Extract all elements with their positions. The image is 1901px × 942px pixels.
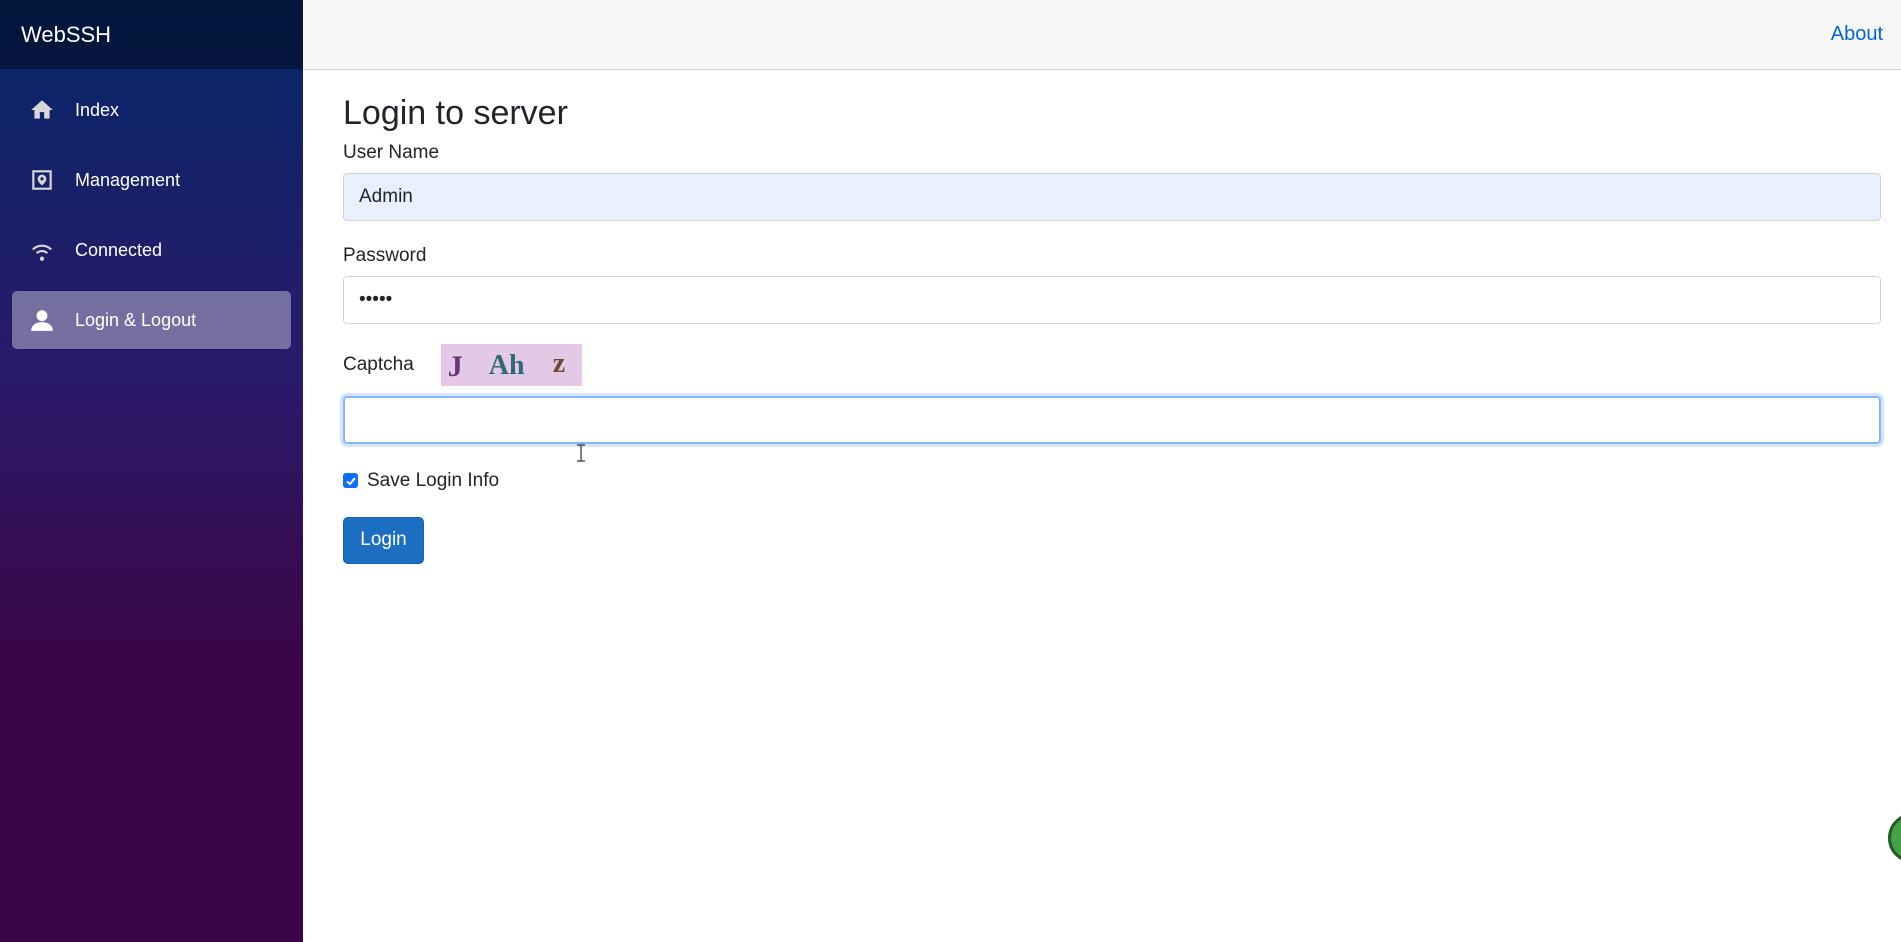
save-login-checkbox[interactable] <box>343 473 358 489</box>
person-icon <box>29 307 55 333</box>
text-cursor-icon <box>577 444 585 462</box>
captcha-char: J <box>447 349 463 383</box>
save-login-row: Save Login Info <box>343 470 1881 492</box>
username-group: User Name Admin <box>343 142 1881 221</box>
login-button[interactable]: Login <box>343 516 424 564</box>
top-bar: About <box>303 0 1901 70</box>
sidebar-item-connected[interactable]: Connected <box>12 221 291 279</box>
wifi-icon <box>29 237 55 263</box>
sidebar: WebSSH Index Management Connected Login … <box>0 0 303 942</box>
captcha-row: Captcha J Ah z <box>343 343 1881 386</box>
username-input[interactable]: Admin <box>343 172 1881 221</box>
sidebar-item-label: Login & Logout <box>75 309 197 330</box>
sidebar-item-index[interactable]: Index <box>12 81 291 139</box>
login-form: Login to server User Name Admin Password… <box>343 70 1881 564</box>
password-group: Password ••••• <box>343 245 1881 324</box>
password-input[interactable]: ••••• <box>343 275 1881 324</box>
captcha-label: Captcha <box>343 353 414 375</box>
sidebar-item-label: Connected <box>75 239 163 260</box>
sidebar-item-label: Management <box>75 169 181 190</box>
checkmark-icon <box>345 477 356 486</box>
save-login-label[interactable]: Save Login Info <box>367 470 499 492</box>
captcha-char: Ah <box>488 349 525 381</box>
sidebar-item-label: Index <box>75 99 120 120</box>
sidebar-item-login-logout[interactable]: Login & Logout <box>12 291 291 349</box>
captcha-input[interactable] <box>343 395 1881 444</box>
home-icon <box>29 97 55 123</box>
password-label: Password <box>343 244 427 266</box>
sidebar-item-management[interactable]: Management <box>12 151 291 209</box>
about-link[interactable]: About <box>1831 23 1883 46</box>
nav-menu: Index Management Connected Login & Logou… <box>0 81 303 349</box>
page-title: Login to server <box>343 94 568 132</box>
username-label: User Name <box>343 141 440 163</box>
management-icon <box>29 167 55 193</box>
captcha-image[interactable]: J Ah z <box>440 343 582 386</box>
brand-title[interactable]: WebSSH <box>0 0 303 69</box>
floating-action-button[interactable] <box>1888 813 1901 863</box>
captcha-char: z <box>552 347 566 379</box>
